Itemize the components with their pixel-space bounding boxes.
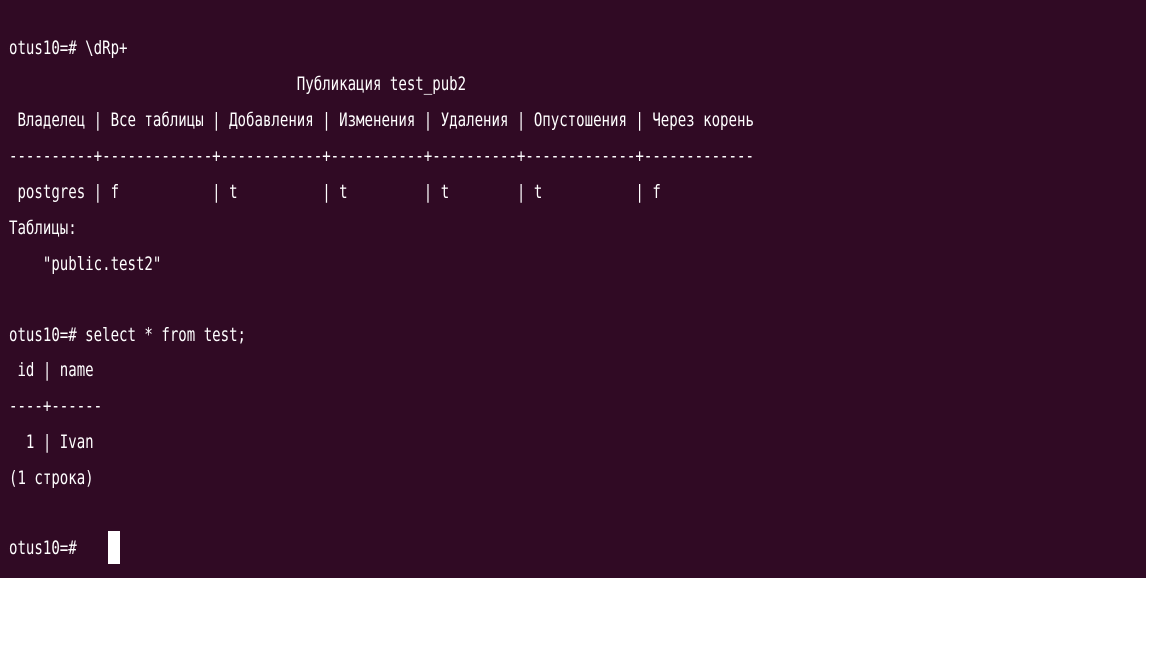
- command-line: otus10=# select * from test;: [9, 324, 247, 346]
- cursor-block: [108, 531, 120, 564]
- table-separator: ----+------: [9, 395, 103, 417]
- table-separator: ----------+-------------+------------+--…: [9, 145, 754, 167]
- row-count-line: (1 строка): [9, 467, 94, 489]
- prompt-line[interactable]: otus10=#: [9, 533, 85, 563]
- table-header-row: Владелец | Все таблицы | Добавления | Из…: [9, 109, 754, 131]
- terminal-window[interactable]: otus10=# \dRp+ Публикация test_pub2 Влад…: [0, 0, 1146, 578]
- tables-label: Таблицы:: [9, 217, 77, 239]
- publication-title: Публикация test_pub2: [9, 73, 467, 95]
- table-header-row: id | name: [9, 359, 94, 381]
- table-name-line: "public.test2": [9, 253, 162, 275]
- table-row: postgres | f | t | t | t | t | f: [9, 181, 661, 203]
- table-row: 1 | Ivan: [9, 431, 94, 453]
- command-line: otus10=# \dRp+: [9, 37, 128, 59]
